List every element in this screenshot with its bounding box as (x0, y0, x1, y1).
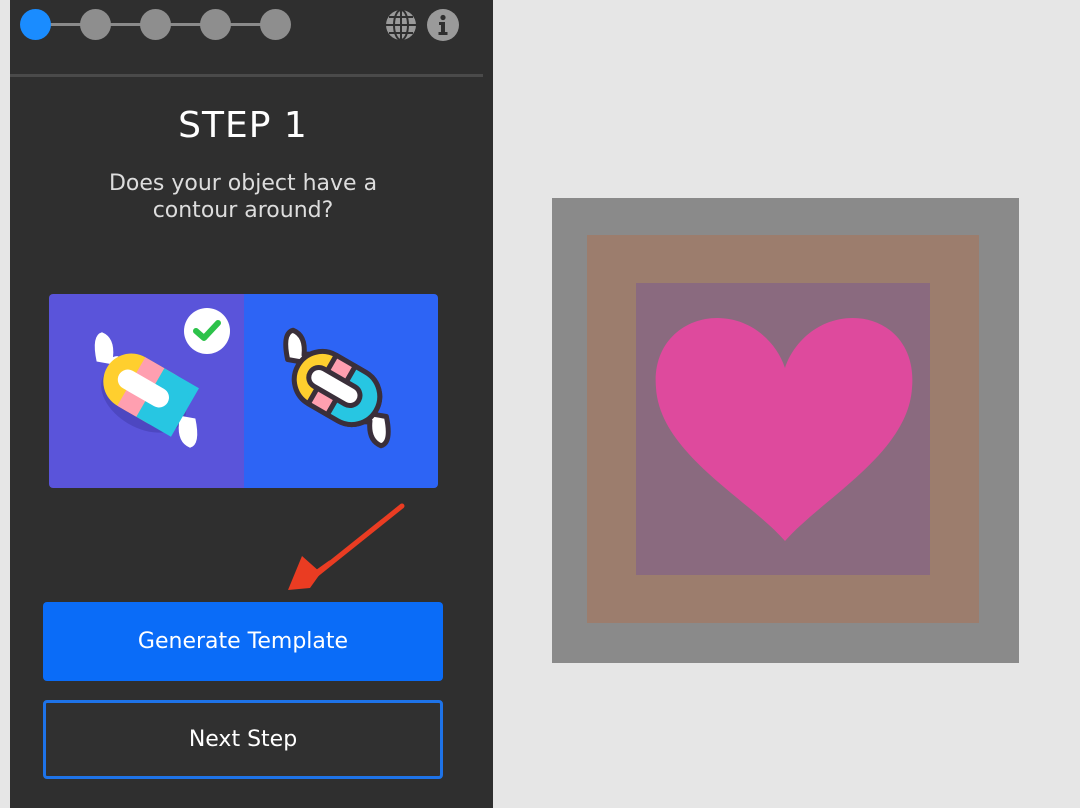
candy-outlined-icon (283, 327, 391, 449)
step-dot-4[interactable] (200, 9, 231, 40)
info-icon[interactable] (426, 8, 460, 42)
step-dot-5[interactable] (260, 9, 291, 40)
step-title: STEP 1 (178, 105, 308, 146)
selected-check-icon (184, 308, 230, 354)
step-question: Does your object have a contour around? (108, 171, 378, 223)
step-dot-2[interactable] (80, 9, 111, 40)
header-divider (10, 74, 483, 77)
step-dot-3[interactable] (140, 9, 171, 40)
step-progress (10, 0, 493, 76)
globe-icon[interactable] (384, 8, 418, 42)
annotation-arrow-icon (288, 503, 405, 590)
wizard-panel: STEP 1 Does your object have a contour a… (10, 0, 493, 808)
step-dot-1[interactable] (20, 9, 51, 40)
contour-choice-card (49, 294, 438, 488)
next-step-button[interactable]: Next Step (43, 700, 443, 779)
template-preview (552, 198, 1019, 663)
choice-with-contour[interactable] (244, 294, 438, 488)
generate-template-button[interactable]: Generate Template (43, 602, 443, 681)
